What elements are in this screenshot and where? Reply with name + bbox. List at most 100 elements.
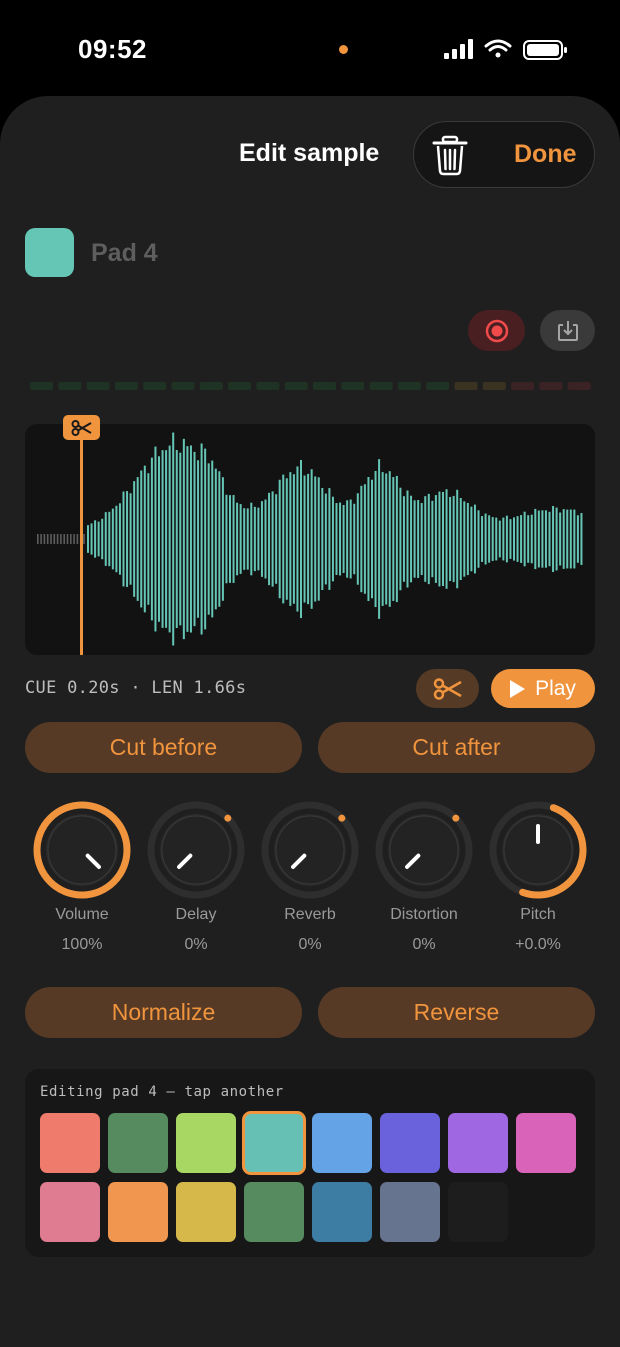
waveform-bar bbox=[97, 521, 100, 557]
trim-button[interactable] bbox=[416, 669, 479, 708]
palette-swatch[interactable] bbox=[176, 1113, 236, 1173]
waveform-bar bbox=[544, 510, 547, 568]
waveform-bar bbox=[218, 471, 221, 607]
meter-segment bbox=[567, 382, 591, 390]
meter-segment bbox=[426, 382, 450, 390]
knob-label: Pitch bbox=[520, 906, 556, 923]
meter-segment bbox=[539, 382, 563, 390]
knob-value: 0% bbox=[298, 936, 322, 953]
waveform-bar bbox=[225, 494, 228, 584]
waveform-bar-muted bbox=[66, 534, 69, 544]
palette-swatch[interactable] bbox=[312, 1182, 372, 1242]
record-button[interactable] bbox=[468, 310, 525, 351]
import-button[interactable] bbox=[540, 310, 595, 351]
waveform-bar bbox=[484, 513, 487, 565]
normalize-button[interactable]: Normalize bbox=[25, 987, 302, 1038]
waveform-bar bbox=[488, 515, 491, 563]
palette-swatch[interactable] bbox=[242, 1111, 306, 1175]
status-time: 09:52 bbox=[78, 34, 147, 64]
waveform-bar bbox=[342, 504, 345, 574]
waveform-bar bbox=[569, 509, 572, 569]
knob-face bbox=[275, 815, 345, 885]
waveform-bar-muted bbox=[50, 534, 52, 544]
waveform-bar bbox=[211, 460, 214, 618]
cue-marker-line[interactable] bbox=[80, 432, 83, 655]
play-label: Play bbox=[535, 676, 576, 700]
waveform-bar bbox=[307, 473, 310, 605]
palette-hint: Editing pad 4 — tap another bbox=[40, 1084, 284, 1100]
input-level-meter bbox=[30, 382, 591, 390]
palette-swatch[interactable] bbox=[516, 1113, 576, 1173]
delete-button[interactable] bbox=[430, 134, 470, 176]
palette-swatch[interactable] bbox=[40, 1182, 100, 1242]
top-actions-group: Done bbox=[413, 121, 595, 188]
knob-value: 0% bbox=[184, 936, 208, 953]
cellular-signal-icon bbox=[444, 39, 473, 59]
waveform-bar bbox=[399, 487, 402, 591]
knob-delay[interactable]: Delay 0% bbox=[146, 800, 246, 954]
palette-swatch[interactable] bbox=[448, 1182, 508, 1242]
waveform-bar bbox=[268, 492, 271, 586]
knob-reverb[interactable]: Reverb 0% bbox=[260, 800, 360, 954]
waveform-bar bbox=[356, 493, 359, 585]
waveform-bar bbox=[229, 495, 231, 583]
waveform-bar bbox=[459, 497, 462, 581]
palette-swatch[interactable] bbox=[176, 1182, 236, 1242]
waveform-bar bbox=[243, 508, 246, 570]
waveform-bar bbox=[530, 514, 533, 564]
battery-icon bbox=[523, 40, 567, 60]
waveform-bar bbox=[246, 508, 249, 570]
waveform-bar-muted bbox=[56, 534, 59, 544]
palette-swatch[interactable] bbox=[108, 1113, 168, 1173]
waveform-bar bbox=[537, 510, 540, 568]
meter-segment bbox=[284, 382, 308, 390]
waveform-bar bbox=[214, 468, 217, 610]
waveform-bar bbox=[133, 481, 136, 597]
palette-swatch[interactable] bbox=[448, 1113, 508, 1173]
waveform-bar bbox=[385, 473, 388, 605]
done-button[interactable]: Done bbox=[514, 140, 577, 169]
palette-swatch[interactable] bbox=[108, 1182, 168, 1242]
knob-pitch[interactable]: Pitch +0.0% bbox=[488, 800, 588, 954]
waveform-bar bbox=[353, 503, 356, 575]
knob-value: 0% bbox=[412, 936, 436, 953]
cut-after-button[interactable]: Cut after bbox=[318, 722, 595, 773]
cue-marker-handle[interactable] bbox=[63, 415, 100, 440]
waveform-bar bbox=[410, 495, 413, 583]
meter-segment bbox=[313, 382, 336, 390]
palette-swatch[interactable] bbox=[312, 1113, 372, 1173]
waveform-bar bbox=[257, 507, 260, 571]
palette-swatch[interactable] bbox=[40, 1113, 100, 1173]
knob-distortion[interactable]: Distortion 0% bbox=[374, 800, 474, 954]
meter-segment bbox=[482, 382, 506, 390]
reverse-button[interactable]: Reverse bbox=[318, 987, 595, 1038]
waveform-bar bbox=[168, 445, 171, 633]
waveform-bar bbox=[278, 479, 281, 599]
waveform-bar bbox=[434, 495, 437, 583]
knob-volume[interactable]: Volume 100% bbox=[32, 800, 132, 954]
play-button[interactable]: Play bbox=[491, 669, 595, 708]
waveform-bar bbox=[193, 451, 196, 627]
waveform-bar bbox=[466, 502, 469, 576]
waveform-bar bbox=[189, 445, 192, 633]
waveform-bar bbox=[371, 479, 373, 599]
waveform-bar bbox=[136, 477, 139, 601]
palette-swatch[interactable] bbox=[380, 1113, 440, 1173]
waveform-bar bbox=[221, 477, 224, 601]
waveform-bar bbox=[150, 457, 153, 621]
palette-swatch[interactable] bbox=[244, 1182, 304, 1242]
palette-swatch[interactable] bbox=[380, 1182, 440, 1242]
waveform-bar-muted bbox=[73, 534, 75, 544]
waveform-bar bbox=[555, 507, 558, 571]
waveform-bar bbox=[143, 465, 146, 613]
waveform-bar bbox=[534, 508, 537, 570]
waveform-bar bbox=[367, 476, 370, 602]
trash-icon bbox=[432, 135, 468, 176]
knob-dial bbox=[261, 801, 359, 899]
meter-segment bbox=[199, 382, 223, 390]
knob-arc bbox=[338, 814, 346, 822]
waveform-bar bbox=[115, 505, 118, 573]
cut-before-button[interactable]: Cut before bbox=[25, 722, 302, 773]
waveform-editor[interactable] bbox=[25, 424, 595, 655]
waveform-bar bbox=[310, 469, 313, 609]
